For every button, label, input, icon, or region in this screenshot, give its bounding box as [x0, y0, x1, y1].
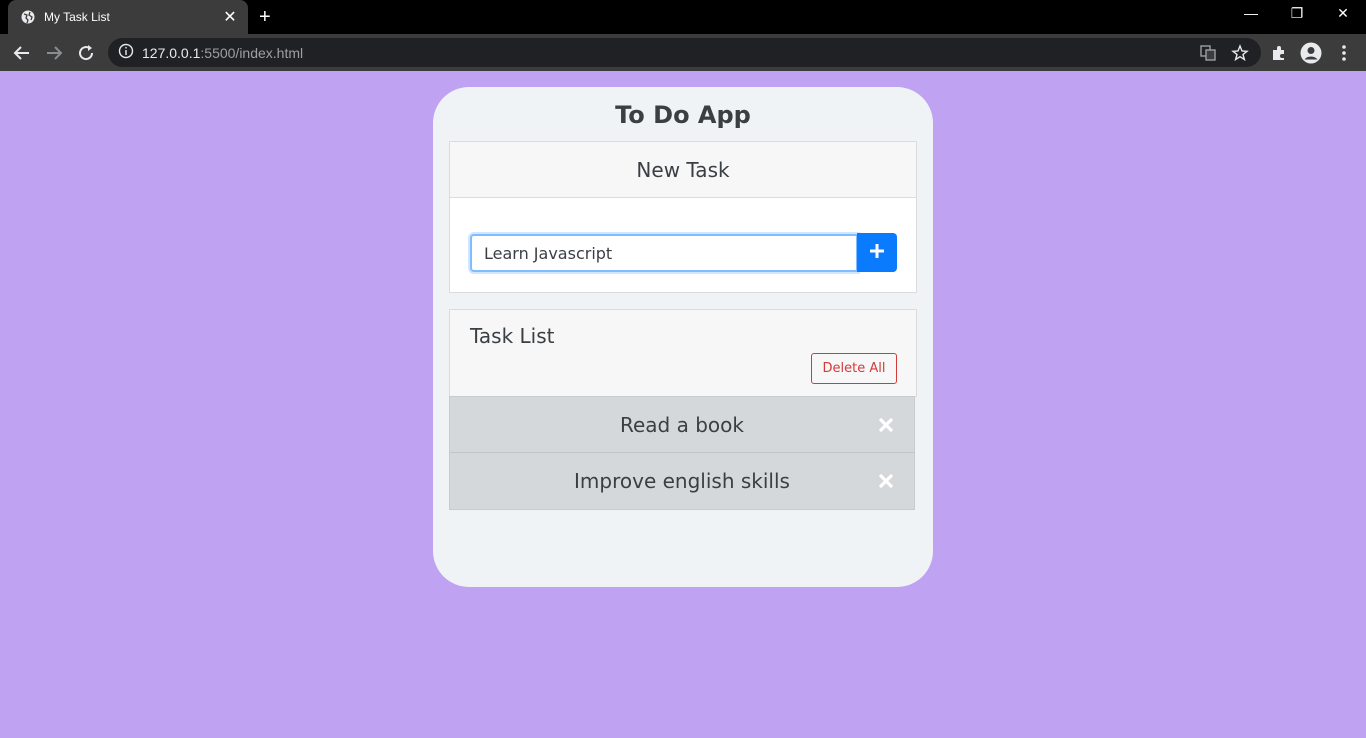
- profile-avatar-icon[interactable]: [1300, 42, 1322, 64]
- new-task-input[interactable]: [470, 234, 858, 272]
- globe-icon: [20, 9, 36, 25]
- delete-task-x-icon[interactable]: [876, 415, 896, 435]
- browser-toolbar: 127.0.0.1:5500/index.html: [0, 34, 1366, 71]
- app-title: To Do App: [615, 101, 751, 129]
- new-task-header: New Task: [450, 142, 916, 198]
- bookmark-star-icon[interactable]: [1229, 42, 1251, 64]
- todo-app-container: To Do App New Task Task List Delete All …: [433, 87, 933, 587]
- info-icon[interactable]: [118, 43, 134, 63]
- task-list-title: Task List: [470, 324, 555, 348]
- more-menu-icon[interactable]: [1333, 42, 1355, 64]
- new-tab-button[interactable]: +: [259, 7, 271, 27]
- url-path: :5500/index.html: [200, 44, 304, 61]
- restore-window-button[interactable]: ❐: [1285, 5, 1309, 22]
- tab-title: My Task List: [44, 10, 110, 24]
- delete-all-button[interactable]: Delete All: [811, 353, 897, 384]
- task-item: Read a book: [450, 397, 914, 453]
- delete-task-x-icon[interactable]: [876, 471, 896, 491]
- plus-icon: [869, 243, 885, 262]
- new-task-card: New Task: [449, 141, 917, 293]
- task-list-card: Task List Delete All Read a book Improve…: [449, 309, 917, 510]
- extensions-icon[interactable]: [1268, 42, 1290, 64]
- task-list: Read a book Improve english skills: [449, 396, 915, 510]
- add-task-button[interactable]: [857, 233, 897, 272]
- browser-tab-bar: My Task List ✕ + — ❐ ✕: [0, 0, 1366, 34]
- minimize-window-button[interactable]: —: [1239, 5, 1263, 21]
- back-arrow-icon[interactable]: [11, 42, 33, 64]
- translate-icon[interactable]: [1197, 42, 1219, 64]
- close-window-button[interactable]: ✕: [1331, 5, 1355, 22]
- close-tab-icon[interactable]: ✕: [222, 9, 238, 25]
- browser-tab[interactable]: My Task List ✕: [8, 0, 248, 34]
- url-host: 127.0.0.1: [142, 44, 201, 61]
- task-list-header: Task List Delete All: [449, 309, 917, 397]
- task-text: Read a book: [620, 412, 744, 437]
- address-bar[interactable]: 127.0.0.1:5500/index.html: [108, 38, 1261, 67]
- forward-arrow-icon[interactable]: [43, 42, 65, 64]
- task-item: Improve english skills: [450, 453, 914, 509]
- reload-icon[interactable]: [75, 42, 97, 64]
- task-text: Improve english skills: [574, 469, 790, 493]
- url-text: 127.0.0.1:5500/index.html: [142, 45, 303, 61]
